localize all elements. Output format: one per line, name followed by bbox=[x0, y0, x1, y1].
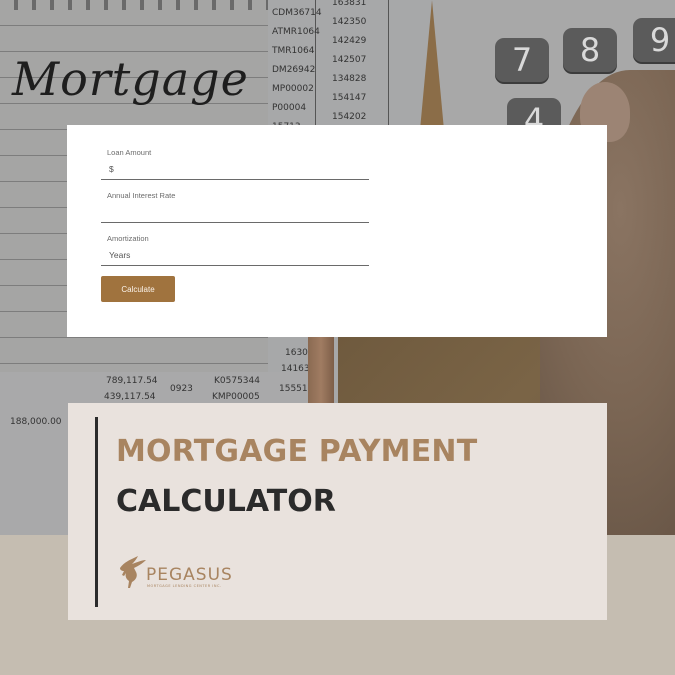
notebook-spiral bbox=[0, 0, 270, 10]
ledger-number: 163831 bbox=[332, 0, 367, 8]
title-card: MORTGAGE PAYMENT CALCULATOR PEGASUS MORT… bbox=[68, 403, 607, 620]
ledger-value: K0575344 bbox=[214, 376, 260, 386]
brand-name: PEGASUS bbox=[146, 565, 233, 585]
interest-rate-field: Annual Interest Rate bbox=[101, 191, 369, 223]
pencil-tip-image bbox=[420, 0, 444, 130]
ledger-value: 188,000.00 bbox=[10, 417, 62, 427]
mortgage-calculator-form: Loan Amount Annual Interest Rate Amortiz… bbox=[67, 125, 607, 337]
loan-amount-field: Loan Amount bbox=[101, 148, 369, 180]
ledger-number: 154147 bbox=[332, 93, 367, 103]
ledger-numbers-column: 163831 142350 142429 142507 134828 15414… bbox=[332, 0, 366, 127]
accent-bar bbox=[95, 417, 98, 607]
ledger-code: ATMR1064 bbox=[272, 27, 320, 37]
calculate-button[interactable]: Calculate bbox=[101, 276, 175, 302]
notebook-handwriting: Mortgage bbox=[12, 52, 249, 106]
ledger-codes-column: CDM36714 ATMR1064 TMR1064 DM26942 MP0000… bbox=[272, 4, 322, 137]
brand-tagline: MORTGAGE LENDING CENTER INC. bbox=[147, 584, 222, 588]
amortization-field: Amortization bbox=[101, 234, 369, 266]
ledger-number: 142507 bbox=[332, 55, 367, 65]
ledger-value: 439,117.54 bbox=[104, 392, 156, 402]
ledger-code: TMR1064 bbox=[272, 46, 315, 56]
amortization-label: Amortization bbox=[107, 234, 149, 243]
ledger-number: 134828 bbox=[332, 74, 367, 84]
loan-amount-input[interactable] bbox=[101, 158, 369, 180]
page-title-primary: MORTGAGE PAYMENT bbox=[116, 434, 478, 469]
brand-logo: PEGASUS MORTGAGE LENDING CENTER INC. bbox=[116, 554, 256, 590]
ledger-number: 142350 bbox=[332, 17, 367, 27]
amortization-input[interactable] bbox=[101, 244, 369, 266]
interest-rate-label: Annual Interest Rate bbox=[107, 191, 176, 200]
ledger-code: MP00002 bbox=[272, 84, 314, 94]
ledger-value: 0923 bbox=[170, 384, 193, 394]
ledger-code: CDM36714 bbox=[272, 8, 322, 18]
ledger-code: P00004 bbox=[272, 103, 307, 113]
calculator-key: 8 bbox=[563, 28, 617, 72]
calculator-key: 9 bbox=[633, 18, 675, 62]
ledger-number: 142429 bbox=[332, 36, 367, 46]
loan-amount-label: Loan Amount bbox=[107, 148, 152, 157]
calculator-key: 7 bbox=[495, 38, 549, 82]
pencil-image bbox=[308, 335, 334, 405]
ledger-value: KMP00005 bbox=[212, 392, 260, 402]
ledger-code: DM26942 bbox=[272, 65, 316, 75]
ledger-value: 789,117.54 bbox=[106, 376, 158, 386]
page-title-secondary: CALCULATOR bbox=[116, 484, 336, 519]
interest-rate-input[interactable] bbox=[101, 201, 369, 223]
